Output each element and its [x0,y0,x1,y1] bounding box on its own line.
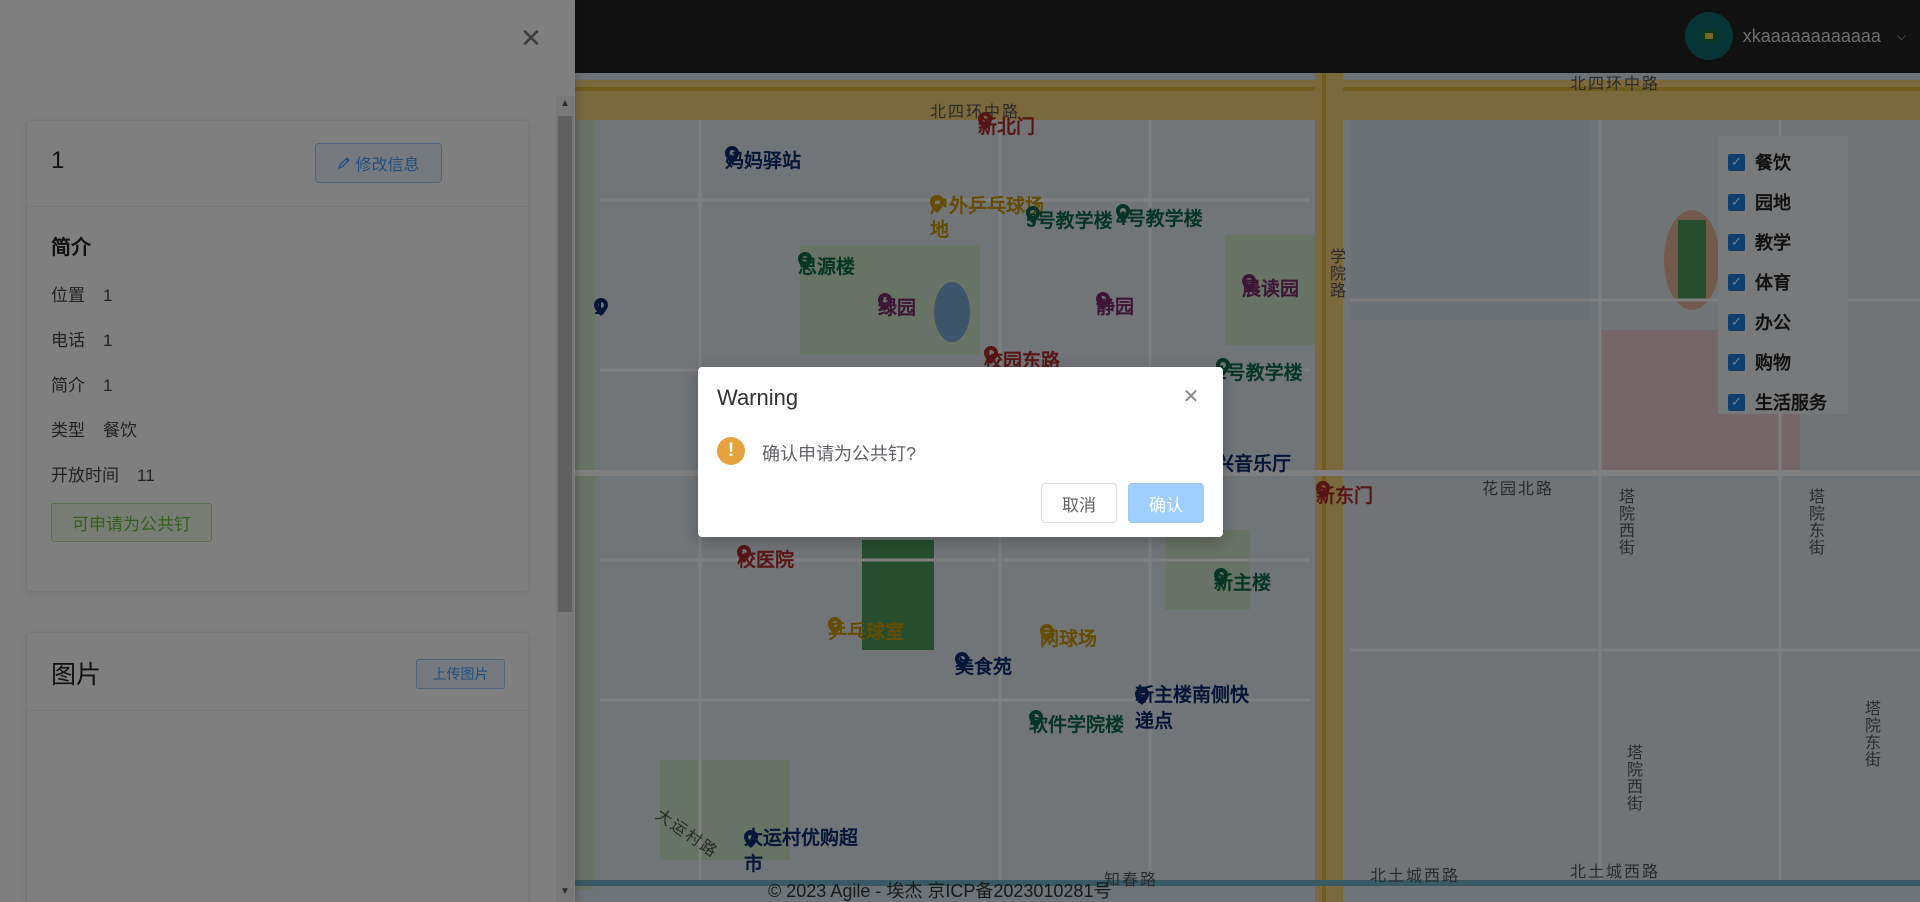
dialog-message: 确认申请为公共钉? [762,444,917,464]
warning-dialog: Warning ✕ ! 确认申请为公共钉? 取消 确认 [698,367,1223,537]
warning-icon: ! [717,437,745,465]
cancel-button[interactable]: 取消 [1041,483,1117,523]
modal-overlay[interactable]: Warning ✕ ! 确认申请为公共钉? 取消 确认 [0,0,1920,902]
close-icon[interactable]: ✕ [1181,387,1201,407]
dialog-title: Warning [717,385,799,410]
confirm-button[interactable]: 确认 [1128,483,1204,523]
